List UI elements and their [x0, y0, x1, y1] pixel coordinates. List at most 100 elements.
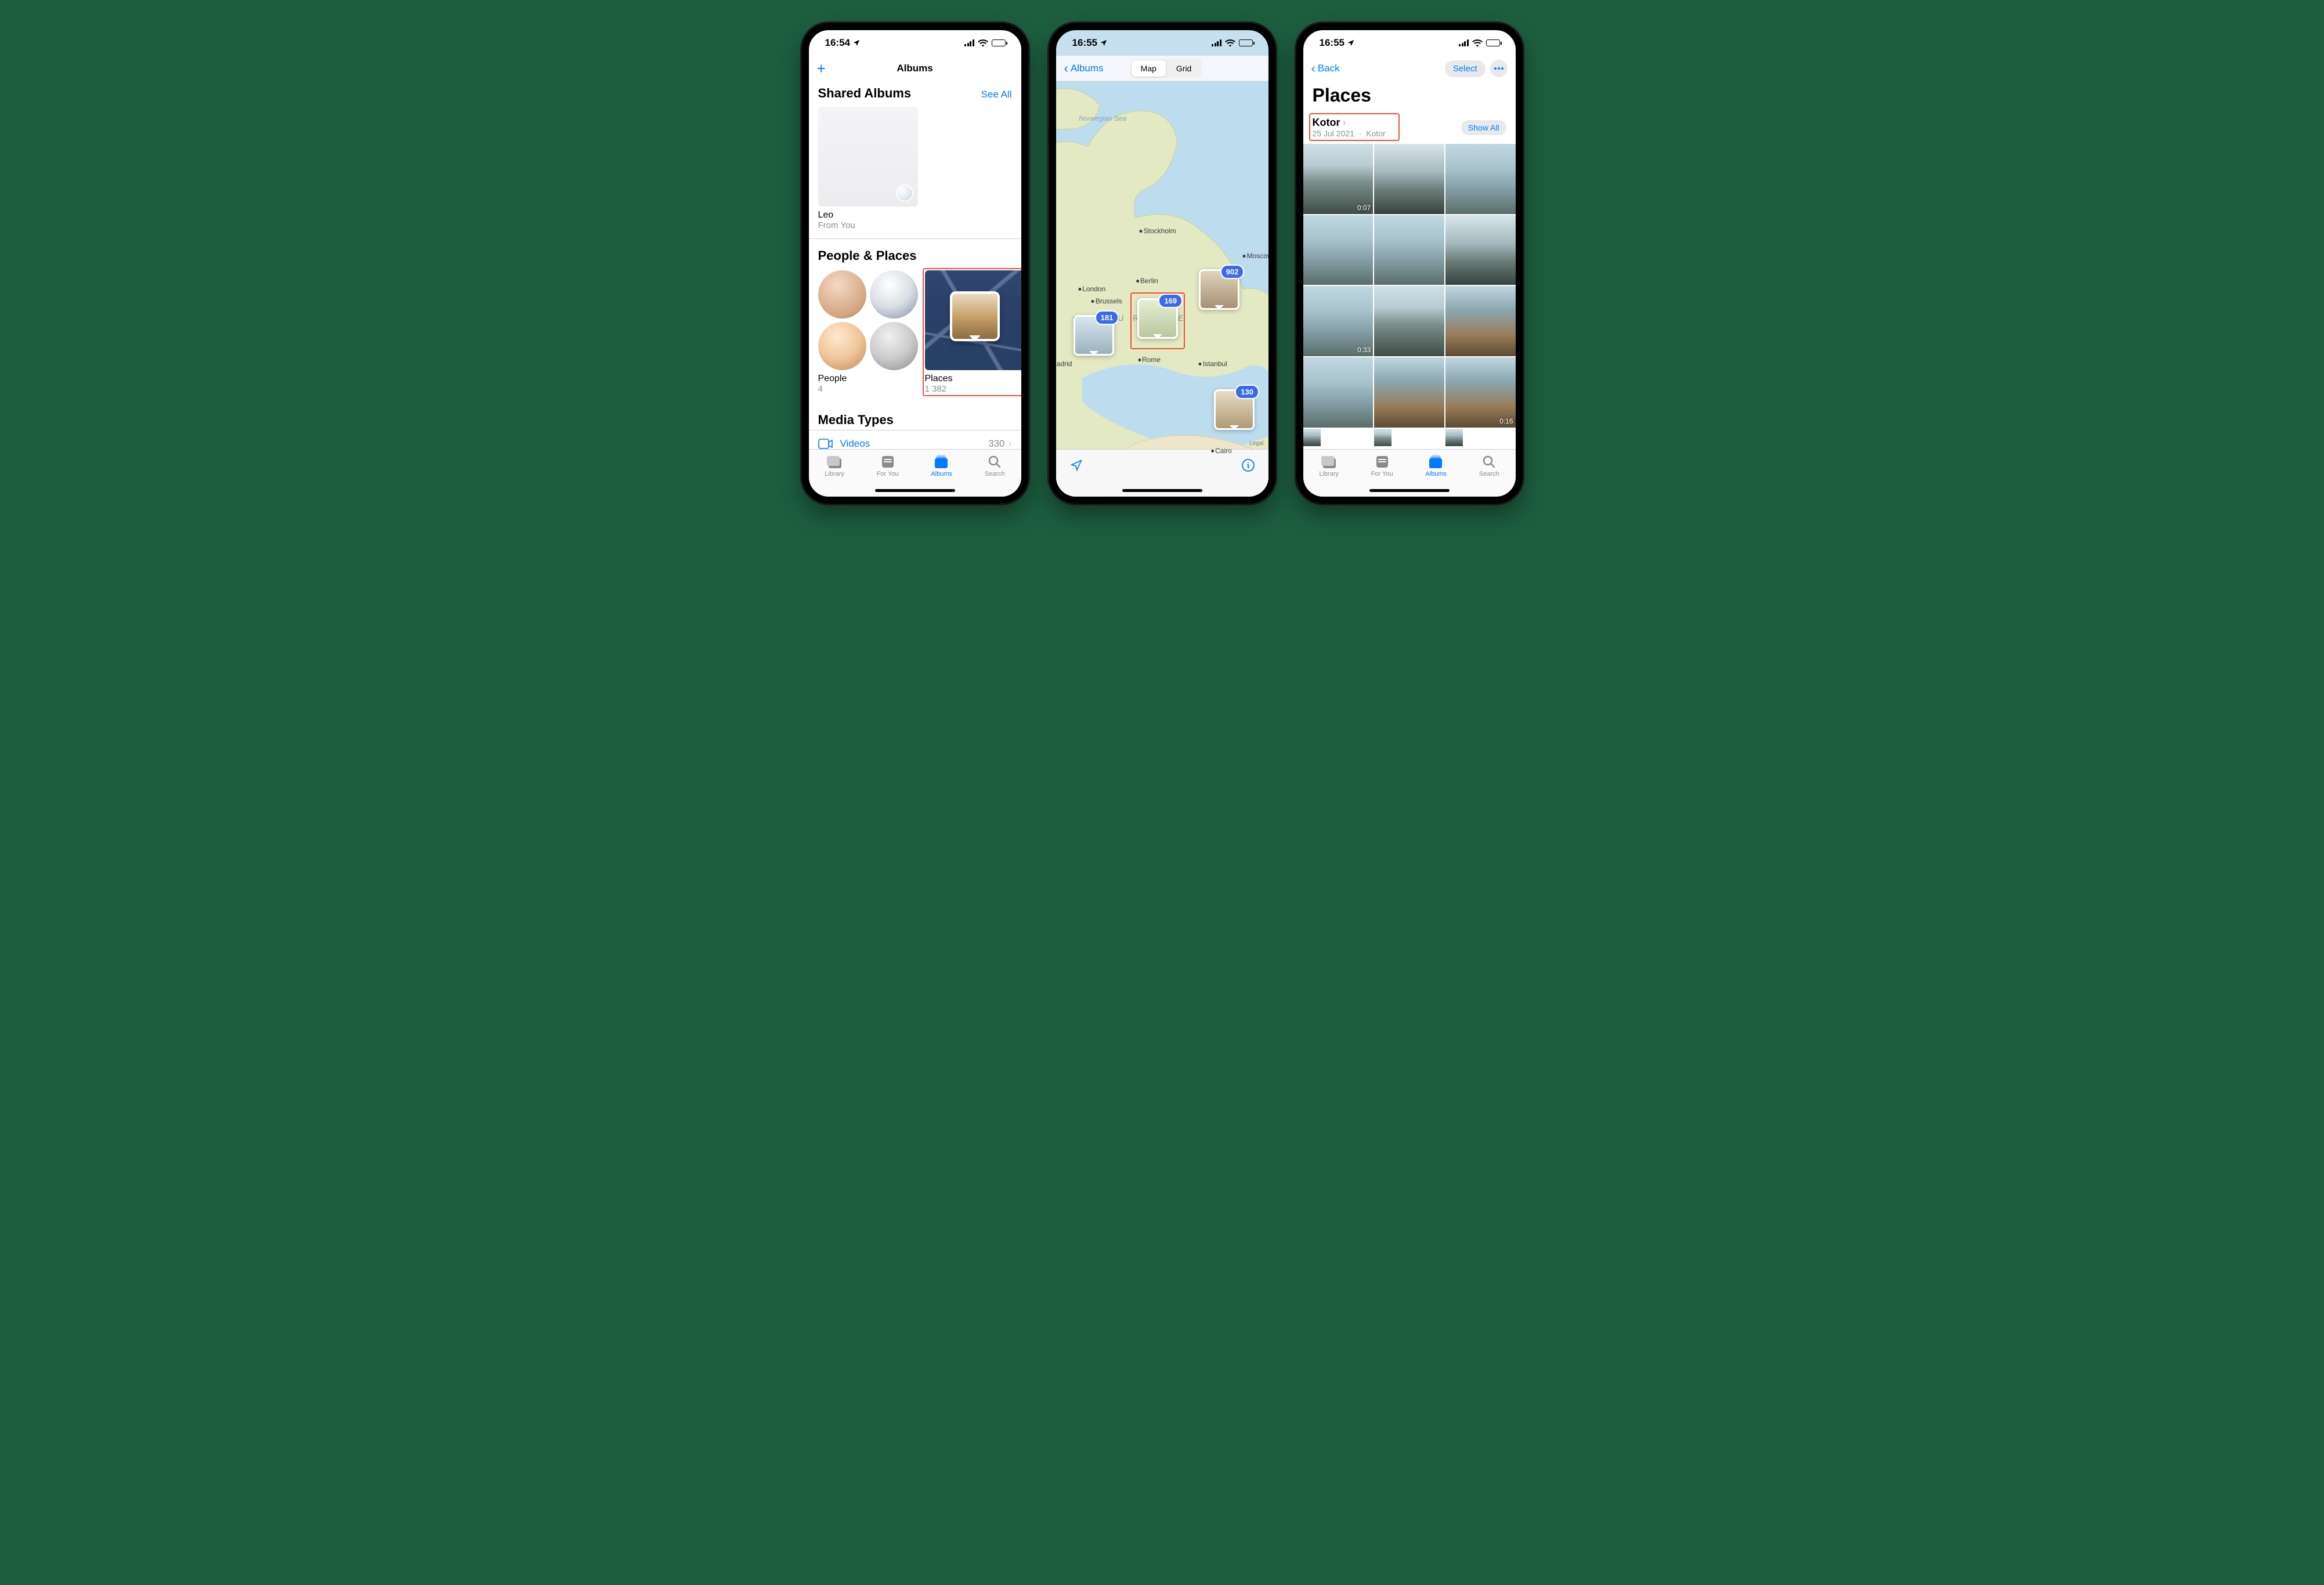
- photo-thumb[interactable]: [1445, 286, 1516, 356]
- show-all-button[interactable]: Show All: [1461, 120, 1506, 135]
- home-indicator: [875, 489, 955, 492]
- info-button[interactable]: [1239, 457, 1257, 474]
- back-button[interactable]: ‹ Back: [1311, 63, 1340, 74]
- photo-thumb[interactable]: [1374, 144, 1444, 214]
- phone-places-map: 16:55 ‹ Albums Map Grid: [1049, 23, 1275, 504]
- shared-album-name: Leo: [818, 207, 1012, 220]
- location-icon: [1347, 39, 1355, 47]
- shared-album-tile[interactable]: [818, 107, 918, 207]
- status-time: 16:54: [825, 37, 850, 49]
- photo-thumb[interactable]: [1374, 215, 1444, 285]
- for-you-icon: [1374, 454, 1390, 469]
- tab-search[interactable]: Search: [1479, 454, 1499, 497]
- cluster-count: 902: [1220, 265, 1245, 279]
- photo-thumb[interactable]: [1374, 286, 1444, 356]
- places-tile[interactable]: Odesa Places 1 382: [925, 270, 1021, 394]
- albums-icon: [934, 454, 950, 469]
- page-title: Places: [1303, 81, 1516, 111]
- library-icon: [1321, 454, 1337, 469]
- select-button[interactable]: Select: [1445, 60, 1486, 77]
- photo-thumb[interactable]: 0:33: [1303, 286, 1374, 356]
- media-videos-row[interactable]: Videos 330 ›: [809, 430, 1021, 449]
- segment-grid[interactable]: Grid: [1167, 60, 1201, 77]
- map-cluster[interactable]: 169: [1137, 298, 1178, 339]
- back-button[interactable]: ‹ Albums: [1064, 63, 1104, 74]
- video-duration: 0:16: [1499, 417, 1513, 425]
- wifi-icon: [1225, 39, 1235, 47]
- people-count: 4: [818, 384, 918, 394]
- video-icon: [818, 439, 833, 449]
- status-time: 16:55: [1072, 37, 1097, 49]
- location-icon: [852, 39, 861, 47]
- media-videos-label: Videos: [840, 438, 870, 450]
- status-bar: 16:54: [809, 30, 1021, 56]
- legal-link[interactable]: Legal: [1249, 440, 1263, 447]
- locate-button[interactable]: [1068, 457, 1085, 474]
- people-label: People: [818, 370, 918, 384]
- segmented-control: Map Grid: [1130, 59, 1202, 78]
- phone-places-grid: 16:55 ‹ Back Select Places Kotor › 25 Ju…: [1296, 23, 1523, 504]
- photo-thumb[interactable]: [1374, 429, 1391, 446]
- city-label: Istanbul: [1199, 360, 1227, 368]
- battery-icon: [1486, 39, 1502, 46]
- nav-bar: ‹ Back Select: [1303, 56, 1516, 81]
- map-area[interactable]: Norwegian Sea E U R O P E adrid Legal St…: [1056, 81, 1268, 497]
- library-icon: [826, 454, 843, 469]
- media-types-header: Media Types: [818, 412, 894, 428]
- tab-library[interactable]: Library: [825, 454, 844, 497]
- segment-map[interactable]: Map: [1132, 60, 1166, 77]
- add-button[interactable]: +: [817, 63, 826, 74]
- map-cluster[interactable]: 902: [1199, 269, 1239, 310]
- map-cluster[interactable]: 181: [1074, 315, 1114, 356]
- city-label: Rome: [1138, 356, 1161, 364]
- shared-album-sub: From You: [818, 220, 1012, 230]
- chevron-left-icon: ‹: [1311, 64, 1315, 73]
- chevron-right-icon: ›: [1343, 117, 1346, 129]
- see-all-button[interactable]: See All: [981, 89, 1012, 100]
- place-loc: Kotor: [1366, 129, 1385, 138]
- city-label: Cairo: [1211, 447, 1232, 455]
- nav-title: Albums: [809, 63, 1021, 74]
- city-label: adrid: [1057, 360, 1072, 368]
- tab-library[interactable]: Library: [1319, 454, 1339, 497]
- battery-icon: [992, 39, 1007, 46]
- city-label: Stockholm: [1140, 227, 1176, 235]
- phone-albums: 16:54 + Albums Shared Albums See All Leo…: [802, 23, 1028, 504]
- albums-icon: [1428, 454, 1444, 469]
- photo-thumb[interactable]: [1445, 144, 1516, 214]
- cellular-icon: [964, 39, 974, 46]
- photo-thumb[interactable]: [1303, 429, 1321, 446]
- photo-thumb[interactable]: [1303, 215, 1374, 285]
- photo-thumb[interactable]: 0:07: [1303, 144, 1374, 214]
- city-label: Brussels: [1091, 297, 1122, 305]
- photo-thumb[interactable]: [1374, 357, 1444, 428]
- place-date: 25 Jul 2021: [1313, 129, 1354, 138]
- photo-thumb[interactable]: 0:16: [1445, 357, 1516, 428]
- city-label: Berlin: [1136, 277, 1158, 285]
- chevron-right-icon: ›: [1009, 437, 1012, 449]
- media-videos-count: 330: [988, 438, 1004, 450]
- home-indicator: [1369, 489, 1450, 492]
- cluster-count: 130: [1235, 385, 1259, 399]
- map-cluster[interactable]: 130: [1214, 389, 1255, 430]
- city-label: Moscow: [1243, 252, 1268, 260]
- photo-thumb[interactable]: [1445, 215, 1516, 285]
- cellular-icon: [1212, 39, 1221, 46]
- search-icon: [1481, 454, 1497, 469]
- places-count: 1 382: [925, 384, 1021, 394]
- nav-bar: ‹ Albums Map Grid: [1056, 56, 1268, 81]
- tab-search[interactable]: Search: [985, 454, 1005, 497]
- status-bar: 16:55: [1056, 30, 1268, 56]
- more-button[interactable]: [1490, 60, 1508, 77]
- photo-thumb[interactable]: [1303, 357, 1374, 428]
- people-tile[interactable]: People 4: [818, 270, 918, 394]
- status-time: 16:55: [1320, 37, 1344, 49]
- cellular-icon: [1459, 39, 1469, 46]
- video-duration: 0:07: [1357, 204, 1371, 212]
- place-name-row[interactable]: Kotor ›: [1313, 117, 1386, 129]
- city-label: London: [1078, 285, 1105, 293]
- photo-thumb[interactable]: [1445, 429, 1463, 446]
- albums-content: Shared Albums See All Leo From You Peopl…: [809, 81, 1021, 449]
- nav-bar: + Albums: [809, 56, 1021, 81]
- sea-label: Norwegian Sea: [1079, 114, 1126, 122]
